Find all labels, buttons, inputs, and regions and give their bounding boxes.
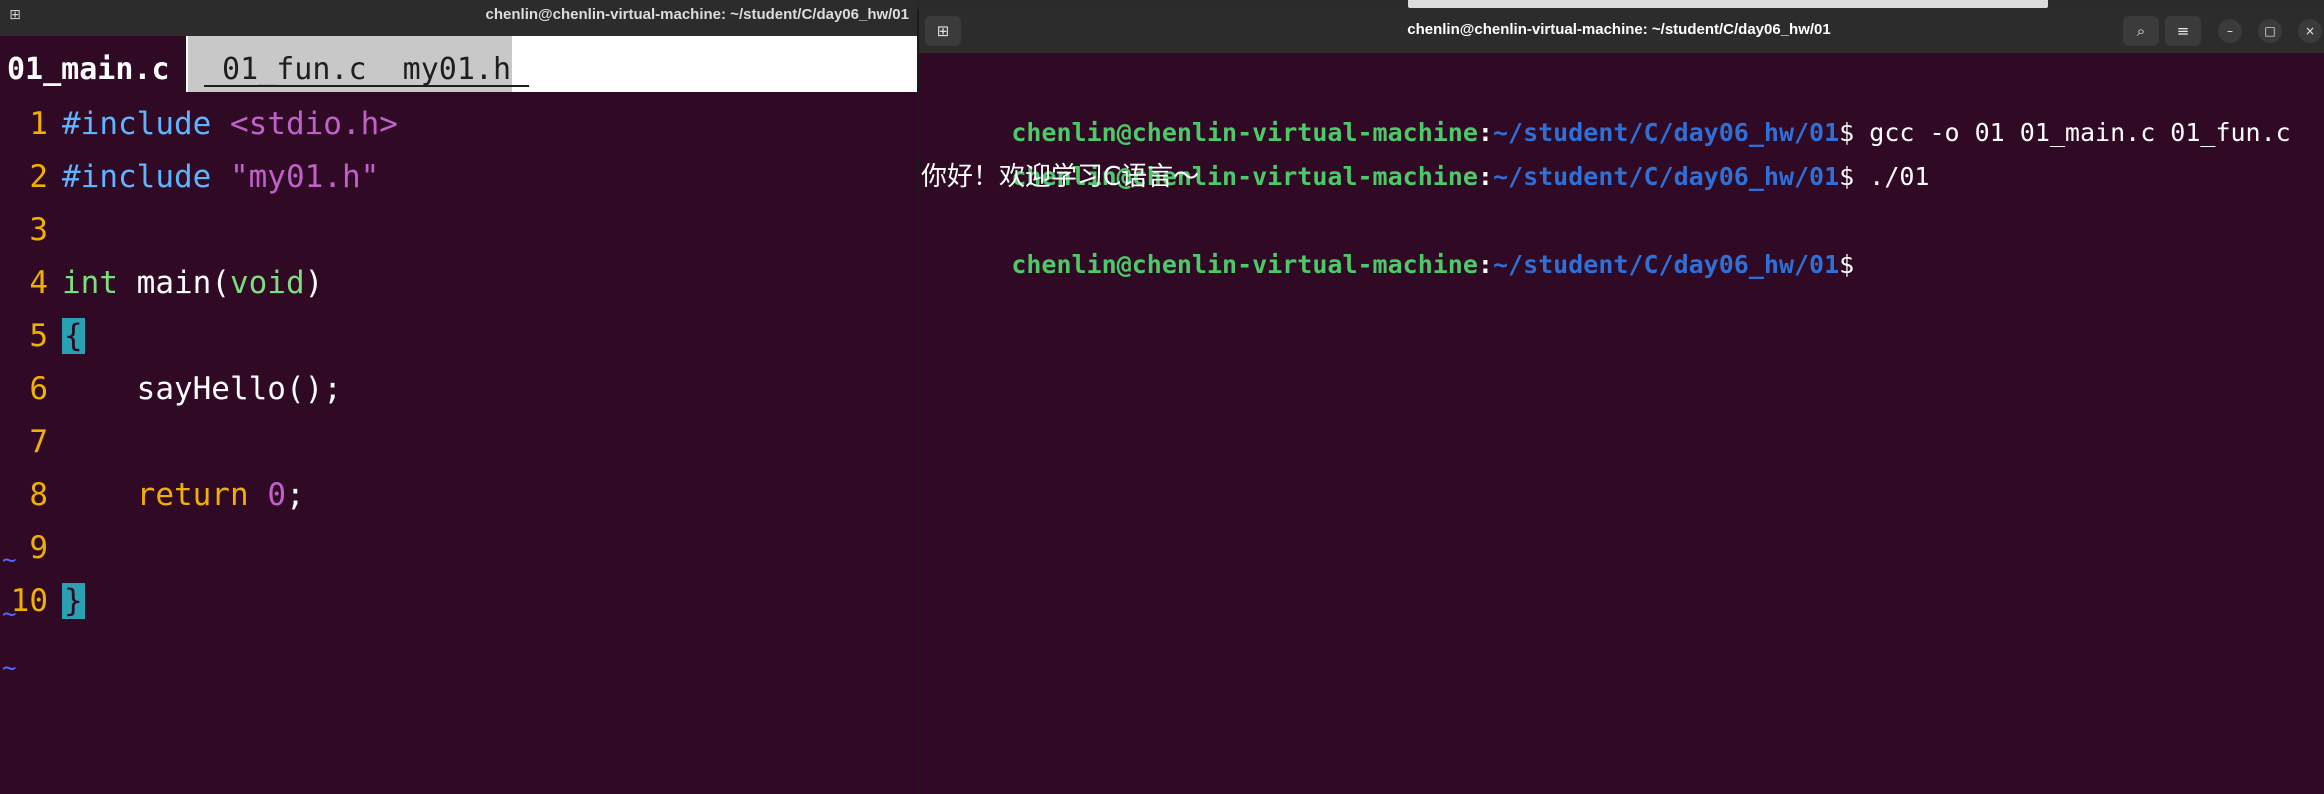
code-line: 4 int main(void) bbox=[0, 257, 917, 310]
maximize-icon[interactable]: □ bbox=[2258, 19, 2282, 43]
code-token: sayHello(); bbox=[62, 371, 342, 407]
code-token: <stdio.h> bbox=[229, 106, 398, 142]
code-line: 9 bbox=[0, 522, 917, 575]
code-token: ; bbox=[285, 477, 305, 513]
code-token: "my01.h" bbox=[229, 159, 380, 195]
line-number: 2 bbox=[29, 159, 48, 195]
code-token: 0 bbox=[267, 477, 286, 513]
terminal-command: ./01 bbox=[1854, 162, 1930, 191]
line-number: 5 bbox=[29, 318, 48, 354]
minimize-icon[interactable]: – bbox=[2218, 19, 2242, 43]
vim-terminal-window: ⊞ chenlin@chenlin-virtual-machine: ~/stu… bbox=[0, 0, 917, 794]
empty-line-marker: ~ bbox=[2, 654, 17, 682]
code-token: main( bbox=[118, 265, 230, 301]
code-text: sayHello(); bbox=[62, 363, 342, 416]
code-text: #include <stdio.h> bbox=[62, 98, 398, 151]
code-line: 6 sayHello(); bbox=[0, 363, 917, 416]
close-icon[interactable]: × bbox=[2298, 19, 2322, 43]
code-line: 7 bbox=[0, 416, 917, 469]
new-tab-icon[interactable]: ⊞ bbox=[4, 6, 26, 24]
desktop-scroll-thumb[interactable] bbox=[1408, 0, 2048, 8]
code-text: int main(void) bbox=[62, 257, 323, 310]
code-token: return bbox=[136, 477, 249, 513]
code-token: void bbox=[229, 265, 305, 301]
code-line: 1 #include <stdio.h> bbox=[0, 98, 917, 151]
terminal-output-area[interactable]: chenlin@chenlin-virtual-machine:~/studen… bbox=[921, 67, 2321, 279]
code-line: 8 return 0; bbox=[0, 469, 917, 522]
prompt-path: ~/student/C/day06_hw/01 bbox=[1492, 162, 1840, 191]
terminal-window: ⊞ chenlin@chenlin-virtual-machine: ~/stu… bbox=[917, 9, 2324, 794]
line-number: 1 bbox=[29, 106, 48, 142]
code-line: 2 #include "my01.h" bbox=[0, 151, 917, 204]
prompt-path: ~/student/C/day06_hw/01 bbox=[1492, 118, 1840, 147]
code-token: } bbox=[62, 583, 85, 619]
prompt-colon: : bbox=[1477, 162, 1493, 191]
new-tab-icon[interactable]: ⊞ bbox=[925, 16, 961, 46]
code-token: ) bbox=[304, 265, 324, 301]
prompt-path: ~/student/C/day06_hw/01 bbox=[1492, 250, 1840, 279]
prompt-symbol: $ bbox=[1839, 118, 1855, 147]
code-line: 5{ bbox=[0, 310, 917, 363]
code-text: { bbox=[62, 310, 85, 363]
code-token: int bbox=[62, 265, 118, 301]
hamburger-menu-icon[interactable]: ≡ bbox=[2165, 16, 2201, 46]
line-number: 4 bbox=[29, 265, 48, 301]
vim-tab-active[interactable]: 01_main.c bbox=[0, 36, 186, 92]
prompt-colon: : bbox=[1477, 118, 1493, 147]
empty-line-marker: ~ bbox=[2, 600, 17, 628]
code-text: return 0; bbox=[62, 469, 305, 522]
terminal-line: chenlin@chenlin-virtual-machine:~/studen… bbox=[921, 67, 2321, 147]
terminal-window-title: chenlin@chenlin-virtual-machine: ~/stude… bbox=[1407, 21, 1831, 38]
prompt-user: chenlin@chenlin-virtual-machine bbox=[1011, 250, 1478, 279]
terminal-line: chenlin@chenlin-virtual-machine:~/studen… bbox=[921, 199, 2321, 279]
code-text: #include "my01.h" bbox=[62, 151, 379, 204]
terminal-command: gcc -o 01 01_main.c 01_fun.c bbox=[1854, 118, 2291, 147]
line-number: 6 bbox=[29, 371, 48, 407]
code-line: 3 bbox=[0, 204, 917, 257]
prompt-symbol: $ bbox=[1839, 250, 1855, 279]
code-token: { bbox=[62, 318, 85, 354]
code-token: #include bbox=[62, 106, 212, 142]
vim-tabs-inactive[interactable]: 01_fun.c my01.h bbox=[188, 36, 512, 92]
line-number: 7 bbox=[29, 424, 48, 460]
vim-window-titlebar[interactable]: ⊞ chenlin@chenlin-virtual-machine: ~/stu… bbox=[0, 0, 917, 36]
prompt-colon: : bbox=[1477, 250, 1493, 279]
code-text: } bbox=[62, 575, 85, 628]
code-line: 10} bbox=[0, 575, 917, 628]
line-number: 3 bbox=[29, 212, 48, 248]
vim-code-area[interactable]: 1 #include <stdio.h> 2 #include "my01.h" 3 4 i… bbox=[0, 98, 917, 680]
vim-window-title: chenlin@chenlin-virtual-machine: ~/stude… bbox=[485, 6, 909, 23]
code-token: #include bbox=[62, 159, 212, 195]
search-icon[interactable]: ⌕ bbox=[2123, 16, 2159, 46]
empty-line-marker: ~ bbox=[2, 546, 17, 574]
line-number: 8 bbox=[29, 477, 48, 513]
prompt-user: chenlin@chenlin-virtual-machine bbox=[1011, 118, 1478, 147]
terminal-titlebar[interactable]: ⊞ chenlin@chenlin-virtual-machine: ~/stu… bbox=[919, 9, 2324, 53]
prompt-symbol: $ bbox=[1839, 162, 1855, 191]
vim-tabline: 01_main.c 01_fun.c my01.h bbox=[0, 36, 917, 92]
